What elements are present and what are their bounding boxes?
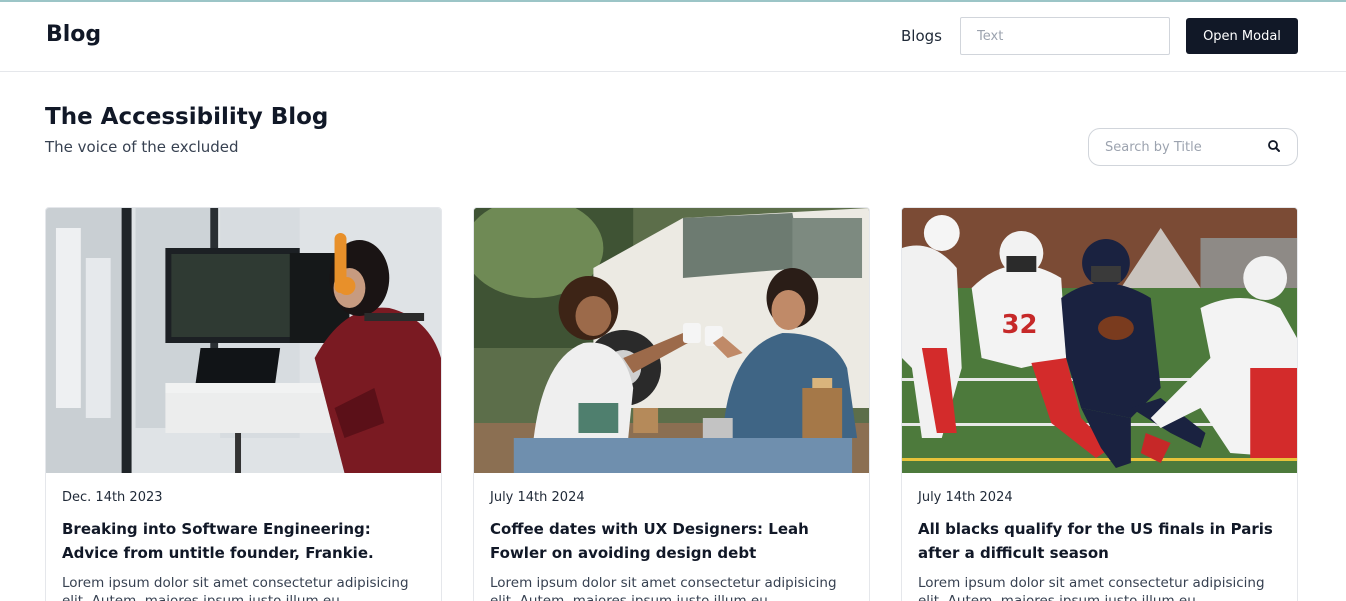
card-image-coffee xyxy=(474,208,869,473)
svg-text:32: 32 xyxy=(1001,310,1037,340)
navbar-text-input[interactable] xyxy=(960,17,1170,55)
card-image-coding xyxy=(46,208,441,473)
brand-logo[interactable]: Blog xyxy=(46,22,101,47)
open-modal-button[interactable]: Open Modal xyxy=(1186,18,1298,54)
card-date: July 14th 2024 xyxy=(490,490,585,505)
navbar: Blog Blogs Open Modal xyxy=(0,2,1346,72)
blog-card[interactable]: Dec. 14th 2023 Breaking into Software En… xyxy=(45,207,442,601)
search-input[interactable] xyxy=(1089,129,1259,165)
card-excerpt: Lorem ipsum dolor sit amet consectetur a… xyxy=(918,575,1265,601)
card-excerpt: Lorem ipsum dolor sit amet consectetur a… xyxy=(62,575,409,601)
search-box xyxy=(1088,128,1298,166)
card-title[interactable]: Breaking into Software Engineering: Advi… xyxy=(62,517,430,565)
card-image-football: 32 xyxy=(902,208,1297,473)
search-icon[interactable] xyxy=(1265,137,1285,157)
blog-card[interactable]: July 14th 2024 Coffee dates with UX Desi… xyxy=(473,207,870,601)
page-subtitle: The voice of the excluded xyxy=(45,138,239,156)
card-date: Dec. 14th 2023 xyxy=(62,490,163,505)
blog-card[interactable]: 32 July 14th 2024 All blacks qualify for… xyxy=(901,207,1298,601)
card-title[interactable]: Coffee dates with UX Designers: Leah Fow… xyxy=(490,517,858,565)
card-excerpt: Lorem ipsum dolor sit amet consectetur a… xyxy=(490,575,837,601)
card-title[interactable]: All blacks qualify for the US finals in … xyxy=(918,517,1286,565)
nav-link-blogs[interactable]: Blogs xyxy=(901,27,942,45)
card-date: July 14th 2024 xyxy=(918,490,1013,505)
page-title: The Accessibility Blog xyxy=(45,104,329,130)
